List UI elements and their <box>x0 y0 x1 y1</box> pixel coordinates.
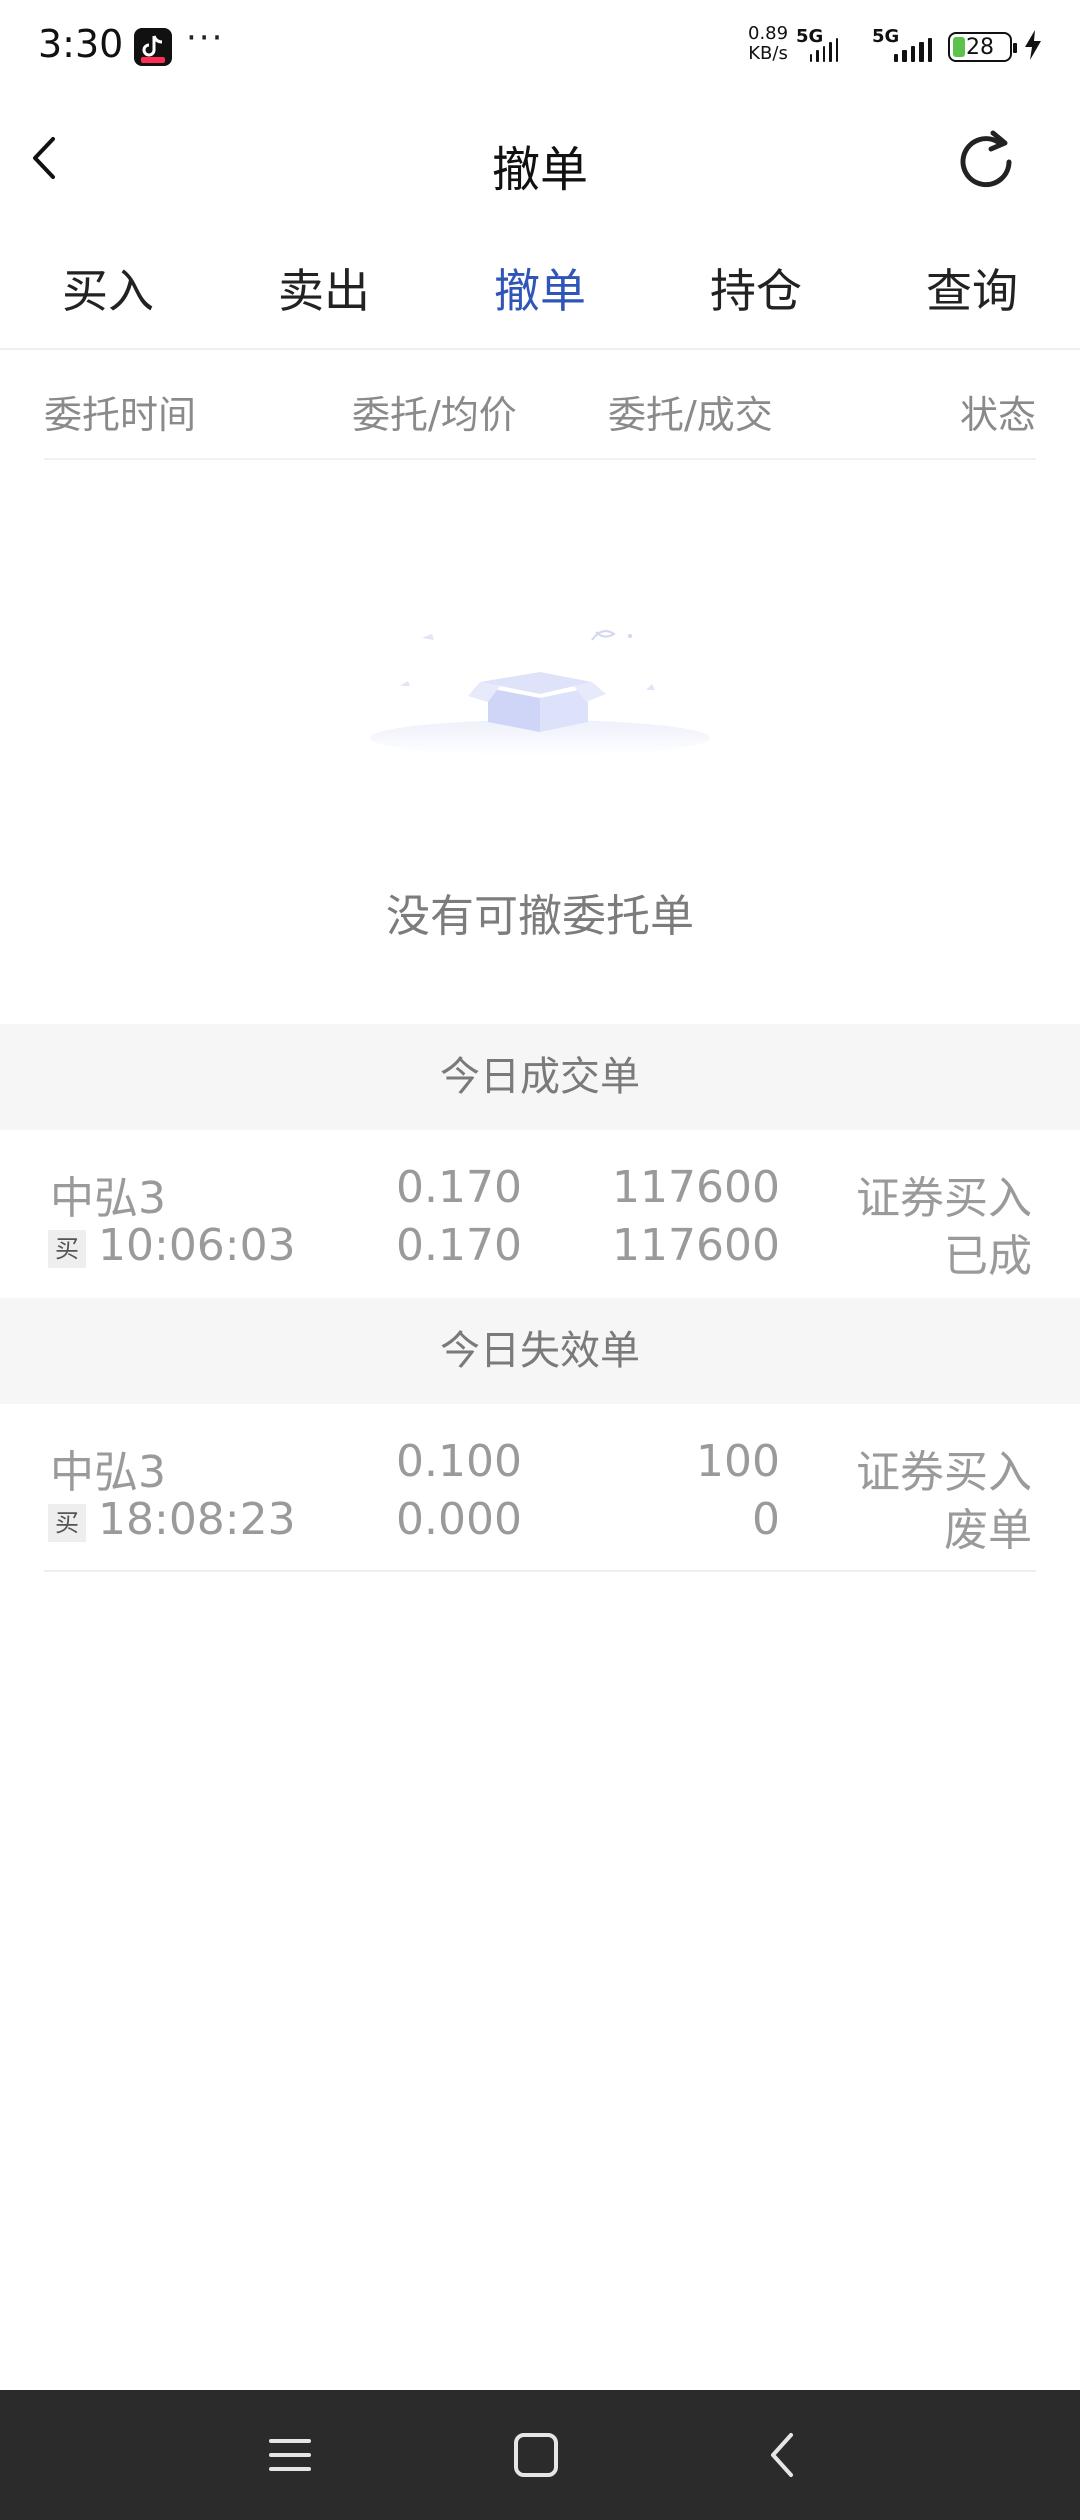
tab-sell[interactable]: 卖出 <box>216 240 432 348</box>
filled-qty: 117600 <box>612 1220 780 1271</box>
system-nav-bar <box>0 2390 1080 2520</box>
order-row-filled[interactable]: 中弘3 买 10:06:03 0.170 0.170 117600 117600… <box>44 1130 1036 1298</box>
order-type: 证券买入 <box>856 1447 1032 1498</box>
home-square-icon <box>514 2433 558 2477</box>
column-header-time: 委托时间 <box>44 393 197 437</box>
order-type: 证券买入 <box>856 1173 1032 1224</box>
battery-level: 28 <box>966 35 994 60</box>
status-bar: 3:30 ··· 0.89 KB/s 5G 5G 28 <box>0 0 1080 92</box>
menu-button[interactable] <box>250 2420 330 2490</box>
more-notifications-icon: ··· <box>186 18 225 58</box>
stock-name: 中弘3 <box>50 1447 166 1498</box>
column-header-status: 状态 <box>959 393 1036 437</box>
section-filled-orders: 今日成交单 <box>0 1024 1080 1130</box>
order-status: 废单 <box>944 1505 1032 1556</box>
battery-icon: 28 <box>948 32 1017 62</box>
page-title: 撤单 <box>491 142 588 198</box>
column-header-qty: 委托/成交 <box>608 393 773 437</box>
tab-query[interactable]: 查询 <box>864 240 1080 348</box>
avg-price: 0.000 <box>396 1494 522 1545</box>
charging-icon <box>1022 28 1044 70</box>
order-qty: 117600 <box>612 1162 780 1213</box>
order-qty: 100 <box>696 1436 780 1487</box>
column-header-price: 委托/均价 <box>352 393 517 437</box>
empty-box-illustration <box>360 620 720 760</box>
buy-badge: 买 <box>48 1230 86 1268</box>
order-time: 18:08:23 <box>98 1494 296 1545</box>
row-divider <box>44 1570 1036 1572</box>
order-row-invalid[interactable]: 中弘3 买 18:08:23 0.100 0.000 100 0 证券买入 废单 <box>44 1404 1036 1572</box>
section-invalid-orders: 今日失效单 <box>0 1298 1080 1404</box>
signal-icon-2: 5G <box>872 26 933 62</box>
order-price: 0.170 <box>396 1162 522 1213</box>
empty-message: 没有可撤委托单 <box>386 891 694 942</box>
trade-tabs: 买入 卖出 撤单 持仓 查询 <box>0 240 1080 350</box>
column-headers: 委托时间 委托/均价 委托/成交 状态 <box>44 360 1036 460</box>
order-price: 0.100 <box>396 1436 522 1487</box>
stock-name: 中弘3 <box>50 1173 166 1224</box>
refresh-button[interactable] <box>944 120 1028 204</box>
app-header: 撤单 <box>0 100 1080 220</box>
cancel-order-screen: 3:30 ··· 0.89 KB/s 5G 5G 28 撤单 买入 卖出 撤单 … <box>0 0 1080 2520</box>
network-speed: 0.89 KB/s <box>748 24 788 64</box>
menu-icon <box>269 2439 311 2471</box>
tab-buy[interactable]: 买入 <box>0 240 216 348</box>
order-status: 已成 <box>944 1231 1032 1282</box>
order-time: 10:06:03 <box>98 1220 296 1271</box>
signal-label: 5G <box>796 26 824 47</box>
home-button[interactable] <box>496 2420 576 2490</box>
signal-label-2: 5G <box>872 26 900 47</box>
avg-price: 0.170 <box>396 1220 522 1271</box>
back-triangle-icon <box>771 2433 793 2477</box>
tab-positions[interactable]: 持仓 <box>648 240 864 348</box>
filled-qty: 0 <box>752 1494 780 1545</box>
douyin-app-icon <box>134 28 172 66</box>
refresh-icon <box>960 130 1012 188</box>
network-speed-unit: KB/s <box>748 43 788 64</box>
network-speed-value: 0.89 <box>748 23 789 44</box>
signal-icon: 5G <box>796 26 839 62</box>
tab-cancel[interactable]: 撤单 <box>432 240 648 348</box>
status-time: 3:30 <box>38 22 124 66</box>
buy-badge: 买 <box>48 1504 86 1542</box>
nav-back-button[interactable] <box>742 2420 822 2490</box>
